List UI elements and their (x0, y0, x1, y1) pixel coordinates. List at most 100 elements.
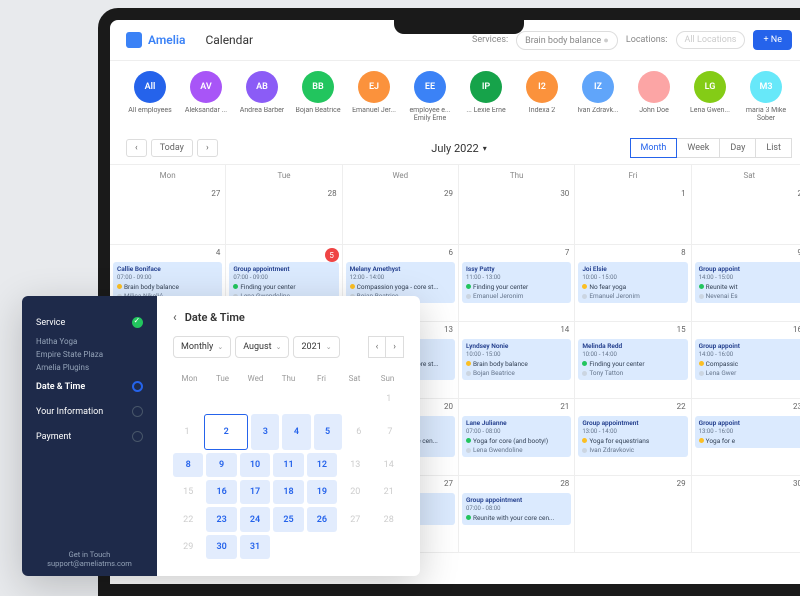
page-title: Calendar (205, 33, 253, 47)
mini-date-cell[interactable]: 16 (206, 480, 236, 504)
calendar-event[interactable]: Group appointment07:00 - 08:00Reunite wi… (462, 493, 571, 525)
calendar-event[interactable]: Lane Julianne07:00 - 08:00Yoga for core … (462, 416, 571, 457)
calendar-cell[interactable]: 14Lyndsey Nonie10:00 - 15:00Brain body b… (459, 322, 575, 398)
brand-logo[interactable]: Amelia (126, 32, 185, 48)
employee-avatar[interactable]: LGLena Gwen... (686, 71, 734, 122)
view-tab-month[interactable]: Month (630, 138, 678, 158)
brand-name: Amelia (148, 33, 185, 47)
mini-date-cell[interactable]: 19 (307, 480, 337, 504)
mini-date-cell[interactable]: 1 (374, 387, 404, 411)
employee-avatar[interactable]: AVAleksandar ... (182, 71, 230, 122)
mini-date-cell[interactable]: 26 (307, 507, 337, 531)
employee-avatar[interactable]: IZIvan Zdravk... (574, 71, 622, 122)
mini-date-cell[interactable]: 30 (206, 535, 236, 559)
calendar-event[interactable]: Joi Elsie10:00 - 15:00No fear yogaEmanue… (578, 262, 687, 303)
calendar-cell[interactable]: 29 (343, 186, 459, 244)
mini-date-cell[interactable]: 22 (173, 507, 203, 531)
calendar-day-header: MonTueWedThuFriSat (110, 165, 800, 186)
calendar-cell[interactable]: 2 (692, 186, 800, 244)
calendar-cell[interactable]: 27 (110, 186, 226, 244)
calendar-cell[interactable]: 28 (226, 186, 342, 244)
view-tab-list[interactable]: List (756, 138, 792, 158)
employee-avatar[interactable]: EJEmanuel Jer... (350, 71, 398, 122)
employee-avatar[interactable]: M3maria 3 Mike Sober (742, 71, 790, 122)
calendar-cell[interactable]: 16Group appoint14:00 - 16:00CompassicLen… (692, 322, 800, 398)
employee-avatar[interactable]: IP... Lexie Erne (462, 71, 510, 122)
calendar-cell[interactable]: 7Issy Patty11:00 - 13:00Finding your cen… (459, 245, 575, 321)
prev-button[interactable]: ‹ (126, 139, 147, 157)
calendar-event[interactable]: Group appoint13:00 - 16:00Yoga for e (695, 416, 800, 448)
calendar-cell[interactable]: 8Joi Elsie10:00 - 15:00No fear yogaEmanu… (575, 245, 691, 321)
calendar-event[interactable]: Group appoint14:00 - 16:00CompassicLena … (695, 339, 800, 380)
mini-date-cell[interactable]: 11 (273, 453, 303, 477)
mini-date-cell[interactable]: 9 (206, 453, 236, 477)
mini-date-cell[interactable]: 21 (374, 480, 404, 504)
calendar-event[interactable]: Issy Patty11:00 - 13:00Finding your cent… (462, 262, 571, 303)
wizard-step[interactable]: Your Information (36, 399, 143, 424)
calendar-cell[interactable]: 9Group appoint14:00 - 15:00Reunite witNe… (692, 245, 800, 321)
calendar-cell[interactable]: 30 (692, 476, 800, 552)
mini-date-cell[interactable]: 14 (374, 453, 404, 477)
mini-date-cell[interactable]: 29 (173, 535, 203, 559)
mini-date-cell[interactable]: 31 (240, 535, 270, 559)
calendar-cell[interactable]: 21Lane Julianne07:00 - 08:00Yoga for cor… (459, 399, 575, 475)
next-button[interactable]: › (197, 139, 218, 157)
mini-date-cell[interactable]: 17 (240, 480, 270, 504)
view-tab-day[interactable]: Day (720, 138, 756, 158)
mini-date-cell[interactable]: 13 (340, 453, 370, 477)
mini-date-cell[interactable]: 3 (251, 414, 279, 449)
employee-avatar[interactable]: I2Indexa 2 (518, 71, 566, 122)
mini-date-cell[interactable]: 27 (340, 507, 370, 531)
month-select[interactable]: August⌄ (235, 336, 289, 358)
mini-date-cell[interactable]: 1 (173, 414, 201, 449)
mini-date-cell (340, 535, 370, 559)
locations-label: Locations: (626, 35, 668, 45)
mini-date-cell[interactable]: 23 (206, 507, 236, 531)
mini-date-cell[interactable]: 24 (240, 507, 270, 531)
mini-date-cell[interactable]: 2 (204, 414, 248, 449)
mini-date-cell[interactable]: 15 (173, 480, 203, 504)
month-label[interactable]: July 2022 ▾ (431, 142, 487, 155)
calendar-cell[interactable]: 29 (575, 476, 691, 552)
year-select[interactable]: 2021⌄ (293, 336, 339, 358)
mini-date-cell[interactable]: 8 (173, 453, 203, 477)
mini-next-button[interactable]: › (386, 336, 404, 358)
mini-prev-button[interactable]: ‹ (368, 336, 387, 358)
calendar-cell[interactable]: 28Group appointment07:00 - 08:00Reunite … (459, 476, 575, 552)
mini-date-cell[interactable]: 5 (314, 414, 342, 449)
mini-date-cell[interactable]: 18 (273, 480, 303, 504)
mini-date-cell[interactable]: 6 (345, 414, 373, 449)
wizard-step[interactable]: Date & Time (36, 374, 143, 399)
mini-date-cell[interactable]: 25 (273, 507, 303, 531)
employee-avatar[interactable]: John Doe (630, 71, 678, 122)
wizard-step[interactable]: Service (36, 310, 143, 335)
mini-date-cell[interactable]: 28 (374, 507, 404, 531)
calendar-cell[interactable]: 15Melinda Redd10:00 - 14:00Finding your … (575, 322, 691, 398)
mini-date-cell (307, 387, 337, 411)
employee-avatar[interactable]: EEemployee e... Emily Erne (406, 71, 454, 122)
calendar-cell[interactable]: 30 (459, 186, 575, 244)
calendar-event[interactable]: Lyndsey Nonie10:00 - 15:00Brain body bal… (462, 339, 571, 380)
calendar-cell[interactable]: 23Group appoint13:00 - 16:00Yoga for e (692, 399, 800, 475)
calendar-event[interactable]: Melinda Redd10:00 - 14:00Finding your ce… (578, 339, 687, 380)
calendar-cell[interactable]: 1 (575, 186, 691, 244)
mini-date-cell[interactable]: 4 (282, 414, 310, 449)
employee-avatar[interactable]: ABAndrea Barber (238, 71, 286, 122)
back-arrow-icon[interactable]: ‹ (173, 310, 177, 324)
frequency-select[interactable]: Monthly⌄ (173, 336, 231, 358)
calendar-event[interactable]: Group appoint14:00 - 15:00Reunite witNev… (695, 262, 800, 303)
mini-date-cell[interactable]: 7 (376, 414, 404, 449)
calendar-event[interactable]: Group appointment13:00 - 14:00Yoga for e… (578, 416, 687, 457)
wizard-step[interactable]: Payment (36, 424, 143, 449)
mini-date-cell[interactable]: 20 (340, 480, 370, 504)
employee-avatar[interactable]: AllAll employees (126, 71, 174, 122)
today-button[interactable]: Today (151, 139, 193, 157)
mini-date-cell[interactable]: 12 (307, 453, 337, 477)
new-button[interactable]: + Ne (753, 30, 792, 50)
employee-avatar[interactable]: BBBojan Beatrice (294, 71, 342, 122)
services-filter[interactable]: Brain body balance ● (516, 31, 618, 50)
mini-date-cell[interactable]: 10 (240, 453, 270, 477)
calendar-cell[interactable]: 22Group appointment13:00 - 14:00Yoga for… (575, 399, 691, 475)
locations-filter[interactable]: All Locations (676, 31, 746, 49)
view-tab-week[interactable]: Week (677, 138, 720, 158)
